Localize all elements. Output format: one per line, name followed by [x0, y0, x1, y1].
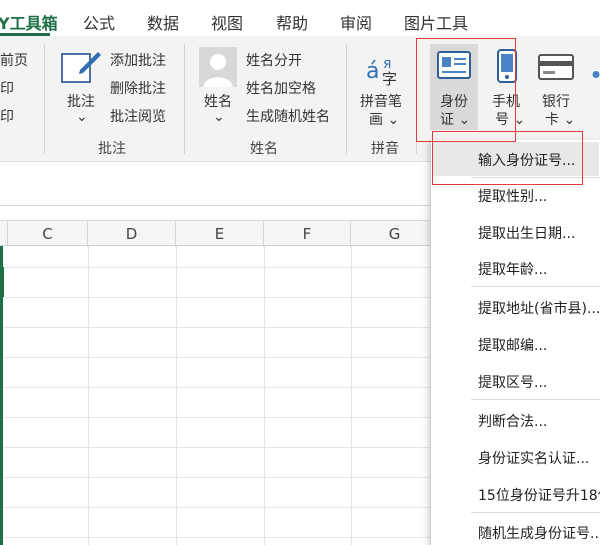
menu-item-extract-areacode[interactable]: 提取区号...: [478, 372, 547, 392]
gridline: [88, 246, 89, 545]
menu-item-upgrade-15-to-18[interactable]: 15位身份证号升18位...: [478, 485, 600, 505]
idcard-dropdown-menu: 输入身份证号... 提取性别... 提取出生日期... 提取年龄... 提取地址…: [430, 140, 600, 545]
gridline: [0, 327, 430, 328]
ribbon-left-item-2[interactable]: 印: [0, 78, 14, 98]
column-header-g[interactable]: G: [351, 221, 439, 247]
tab-formula[interactable]: 公式: [83, 10, 115, 34]
tab-data[interactable]: 数据: [147, 10, 179, 34]
gridline: [0, 507, 430, 508]
add-comment-button[interactable]: 添加批注: [110, 50, 166, 70]
menu-separator: [471, 512, 600, 513]
menu-item-realname-verify[interactable]: 身份证实名认证...: [478, 448, 589, 468]
tab-y-toolbox[interactable]: Y工具箱: [0, 10, 58, 34]
tab-view[interactable]: 视图: [211, 10, 243, 34]
tab-picture-tools[interactable]: 图片工具: [404, 10, 468, 34]
gridline: [0, 267, 430, 268]
ribbon-separator: [184, 44, 185, 154]
column-header-b-partial[interactable]: [0, 221, 8, 247]
menu-item-extract-gender[interactable]: 提取性别...: [478, 186, 547, 206]
gridline: [0, 417, 430, 418]
menu-item-extract-postcode[interactable]: 提取邮编...: [478, 335, 547, 355]
names-group-label: 姓名: [250, 141, 278, 157]
split-name-button[interactable]: 姓名分开: [246, 50, 302, 70]
comments-group-label: 批注: [98, 141, 126, 157]
chevron-down-icon[interactable]: ⌄: [213, 109, 225, 125]
name-add-space-button[interactable]: 姓名加空格: [246, 78, 316, 98]
annotation-box-input-id-item: [432, 131, 583, 185]
gridline: [0, 297, 430, 298]
gridline: [0, 357, 430, 358]
ribbon-separator: [44, 44, 45, 154]
names-big-label[interactable]: 姓名: [204, 91, 232, 111]
tab-review[interactable]: 审阅: [340, 10, 372, 34]
menu-separator: [471, 286, 600, 287]
pinyin-icon[interactable]: á я 字: [364, 48, 404, 92]
random-name-button[interactable]: 生成随机姓名: [246, 106, 330, 126]
gridline: [0, 387, 430, 388]
column-header-d[interactable]: D: [88, 221, 176, 247]
menu-item-extract-address[interactable]: 提取地址(省市县)...: [478, 298, 600, 318]
menu-item-random-id[interactable]: 随机生成身份证号...: [478, 523, 600, 543]
column-header-c[interactable]: C: [8, 221, 88, 247]
pinyin-stroke-label[interactable]: 拼音笔: [360, 91, 402, 111]
gridline: [264, 246, 265, 545]
person-avatar-icon[interactable]: [198, 46, 238, 92]
menu-item-validate[interactable]: 判断合法...: [478, 411, 547, 431]
comments-big-label[interactable]: 批注: [67, 91, 95, 111]
gridline: [0, 477, 430, 478]
menu-item-extract-birthdate[interactable]: 提取出生日期...: [478, 223, 575, 243]
column-header-f[interactable]: F: [264, 221, 351, 247]
svg-text:字: 字: [382, 70, 397, 88]
gridline: [351, 246, 352, 545]
bank-card-label-2[interactable]: 卡 ⌄: [545, 109, 575, 129]
ribbon-tab-bar: Y工具箱 公式 数据 视图 帮助 审阅 图片工具: [0, 0, 600, 36]
add-comment-big-icon[interactable]: [60, 48, 102, 92]
gridline: [0, 447, 430, 448]
delete-comment-button[interactable]: 删除批注: [110, 78, 166, 98]
bank-card-icon[interactable]: [538, 54, 574, 84]
ribbon-separator: [346, 44, 347, 154]
gridline: [0, 537, 430, 538]
review-comment-button[interactable]: 批注阅览: [110, 106, 166, 126]
menu-separator: [471, 399, 600, 400]
more-icon[interactable]: [591, 64, 600, 83]
bank-card-label[interactable]: 银行: [542, 91, 570, 111]
chevron-down-icon[interactable]: ⌄: [76, 109, 88, 125]
svg-text:á: á: [366, 59, 379, 84]
ribbon-left-item-1[interactable]: 前页: [0, 50, 28, 70]
gridline: [176, 246, 177, 545]
active-cell-outline: [0, 267, 4, 297]
annotation-box-idcard-button: [416, 38, 516, 142]
menu-item-extract-age[interactable]: 提取年龄...: [478, 259, 547, 279]
pinyin-stroke-label-2[interactable]: 画 ⌄: [369, 109, 399, 129]
column-header-e[interactable]: E: [176, 221, 264, 247]
tab-help[interactable]: 帮助: [276, 10, 308, 34]
pinyin-group-label: 拼音: [371, 141, 399, 157]
ribbon-left-item-3[interactable]: 印: [0, 106, 14, 126]
